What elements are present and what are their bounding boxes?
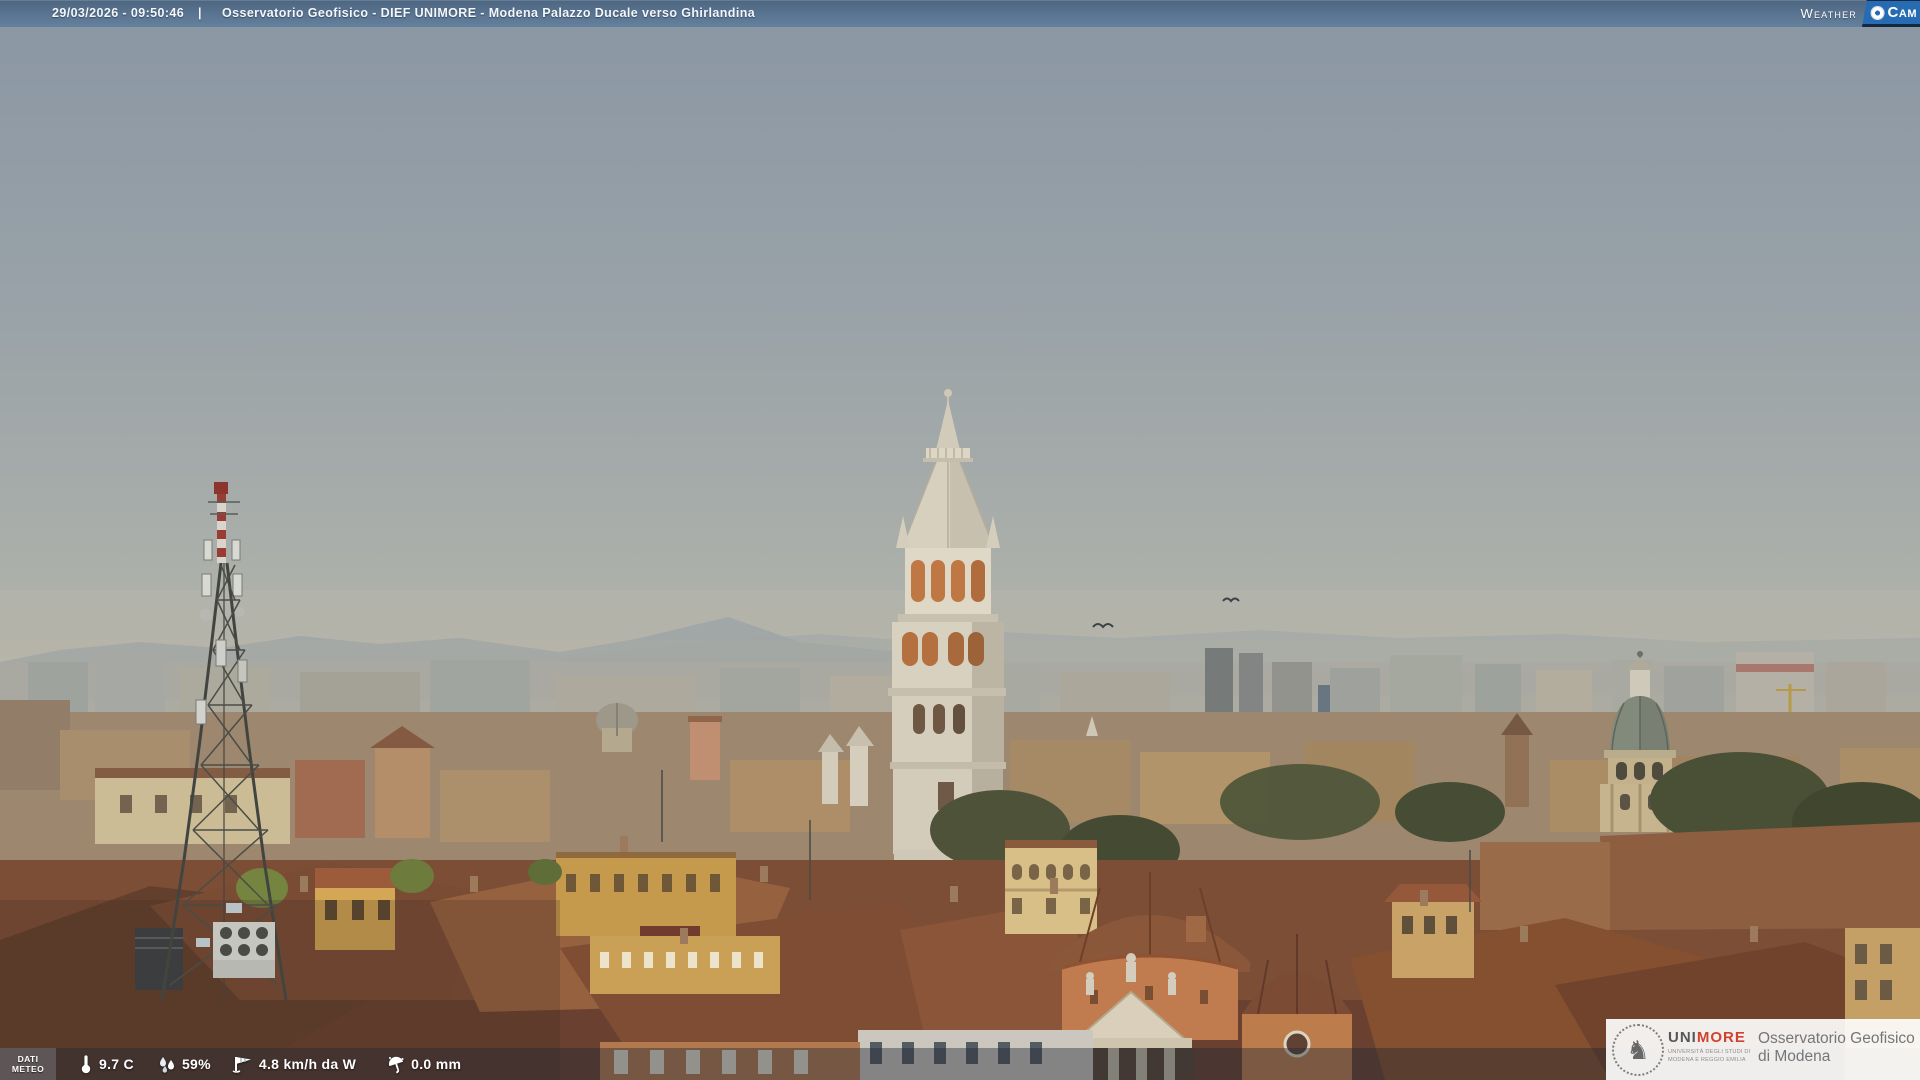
dati-meteo-label: DATI METEO [0,1048,56,1080]
unimore-wordmark: UNIMORE UNIVERSITÀ DEGLI STUDI DI MODENA… [1668,1029,1758,1064]
weathercam-badge: Cam [1862,0,1920,27]
observatory-name: Osservatorio Geofisico di Modena [1758,1030,1915,1067]
thermometer-icon [81,1055,91,1074]
rain-value: 0.0 mm [411,1056,462,1072]
meteo-line: METEO [11,1064,45,1074]
humidity-icon [159,1057,174,1073]
rain-icon [389,1056,404,1074]
weathercam-cam-label: Cam [1887,4,1918,21]
university-line1: UNIVERSITÀ DEGLI STUDI DI [1668,1049,1751,1055]
rain-reading: 0.0 mm [386,1054,461,1074]
unimore-more-text: MORE [1696,1029,1746,1046]
datetime-text: 29/03/2026 - 09:50:46 [52,6,185,20]
unimore-logo-box: ♞ UNIMORE UNIVERSITÀ DEGLI STUDI DI MODE… [1606,1019,1920,1080]
separator-text: | [198,6,202,20]
observatory-line1: Osservatorio Geofisico [1758,1030,1915,1047]
humidity-reading: 59% [157,1054,211,1074]
top-status-bar: 29/03/2026 - 09:50:46 | Osservatorio Geo… [0,0,1920,27]
temperature-value: 9.7 C [99,1056,134,1072]
unimore-uni-text: UNI [1668,1029,1697,1046]
university-line2: MODENA E REGGIO EMILIA [1668,1056,1746,1063]
dati-line: DATI [17,1053,39,1064]
temperature-reading: 9.7 C [78,1054,134,1074]
webcam-photo-modena [0,0,1920,1080]
weathercam-weather-label: Weather [1800,6,1857,21]
globe-icon [1871,6,1884,19]
observatory-line2: di Modena [1758,1048,1831,1066]
unimore-seal-icon: ♞ [1612,1024,1664,1076]
wind-reading: 4.8 km/h da W [232,1054,356,1074]
weathercam-logo: Weather Cam [1800,0,1920,27]
humidity-value: 59% [181,1056,211,1072]
wind-icon [232,1057,251,1073]
page-title: Osservatorio Geofisico - DIEF UNIMORE - … [222,6,756,20]
wind-value: 4.8 km/h da W [258,1056,357,1072]
